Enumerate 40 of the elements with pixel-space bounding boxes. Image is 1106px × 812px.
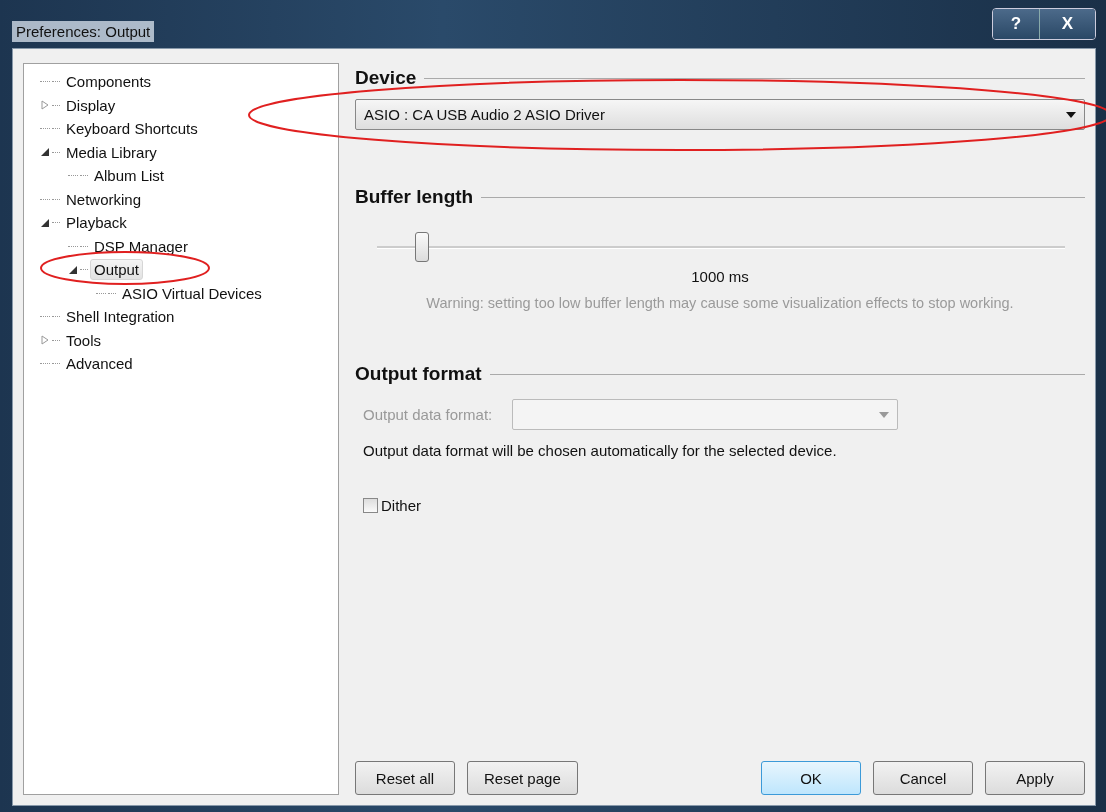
expanded-triangle-icon[interactable] (69, 265, 77, 274)
section-heading: Device (355, 67, 417, 89)
warning-text: Warning: setting too low buffer length may cause some visualization effects to stop working. (425, 295, 1015, 311)
dropdown-arrow-icon (879, 411, 890, 418)
window-title: Preferences: Output (12, 20, 155, 42)
tree-item[interactable]: Components (62, 71, 156, 93)
format-dropdown[interactable] (512, 399, 899, 430)
dialog-button[interactable]: Apply (985, 761, 1085, 795)
reset-button[interactable]: Reset page (467, 761, 578, 795)
collapsed-triangle-icon[interactable] (41, 100, 49, 111)
tree-item[interactable]: Playback (62, 212, 131, 234)
dialog-button[interactable]: Cancel (873, 761, 973, 795)
help-button[interactable]: ? (993, 9, 1039, 39)
expanded-triangle-icon[interactable] (41, 148, 49, 157)
expanded-triangle-icon[interactable] (41, 218, 49, 227)
tree-item[interactable]: Display (62, 94, 120, 116)
format-label: Output data format: (363, 406, 493, 423)
tree-item[interactable]: Media Library (62, 141, 161, 163)
tree-item[interactable]: Advanced (62, 353, 137, 375)
tree-item[interactable]: Networking (62, 188, 146, 210)
format-note: Output data format will be chosen automatically for the selected device. (363, 442, 838, 459)
tree-item[interactable]: Album List (90, 165, 169, 187)
buffer-slider[interactable] (377, 232, 1065, 262)
dither-label: Dither (381, 497, 421, 514)
tree-item[interactable]: Keyboard Shortcuts (62, 118, 202, 140)
slider-thumb[interactable] (415, 232, 430, 262)
section-heading: Buffer length (355, 186, 474, 208)
device-dropdown[interactable]: ASIO : CA USB Audio 2 ASIO Driver (355, 99, 1085, 130)
reset-button[interactable]: Reset all (355, 761, 455, 795)
dialog-button[interactable]: OK (761, 761, 861, 795)
tree-item[interactable]: DSP Manager (90, 235, 192, 257)
close-button[interactable]: X (1039, 9, 1095, 39)
dropdown-arrow-icon (1066, 111, 1076, 118)
tree-item[interactable]: Shell Integration (62, 306, 179, 328)
tree-item[interactable]: Output (90, 259, 144, 281)
section-heading: Output format (355, 363, 482, 385)
tree-item[interactable]: Tools (62, 329, 106, 351)
buffer-reading: 1000 ms (690, 268, 750, 285)
tree-item[interactable]: ASIO Virtual Devices (118, 282, 266, 304)
collapsed-triangle-icon[interactable] (41, 335, 49, 346)
